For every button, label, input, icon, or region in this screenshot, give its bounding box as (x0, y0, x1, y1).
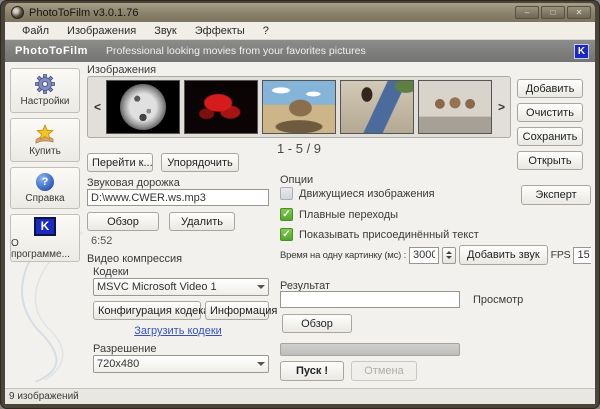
codec-configure-button[interactable]: Конфигурация кодека (93, 301, 201, 320)
dropdown-arrow-icon (257, 285, 265, 293)
dropdown-arrow-icon (257, 362, 265, 370)
result-browse-button[interactable]: Обзор (282, 314, 352, 333)
option-show-attached-text: ✓ Показывать присоединённый текст (280, 228, 479, 241)
next-arrow-button[interactable]: > (495, 80, 508, 134)
minimize-button[interactable]: – (515, 6, 539, 19)
window-controls: – □ ✕ (515, 6, 591, 19)
clear-images-button[interactable]: Очистить (517, 103, 583, 122)
maximize-button[interactable]: □ (541, 6, 565, 19)
sidebar-item-label: Справка (25, 193, 64, 204)
status-text: 9 изображений (9, 391, 79, 402)
menu-item-file[interactable]: Файл (13, 25, 58, 37)
fps-label: FPS (551, 249, 571, 261)
brand-text: PhotoToFilm (15, 45, 88, 57)
resolution-value: 720x480 (97, 358, 139, 370)
menu-item-images[interactable]: Изображения (58, 25, 145, 37)
add-images-button[interactable]: Добавить (517, 79, 583, 98)
checkbox-label: Движущиеся изображения (299, 188, 435, 200)
sidebar-item-label: Настройки (20, 96, 69, 107)
time-spinner[interactable] (442, 247, 456, 264)
images-section-label: Изображения (87, 64, 156, 76)
audio-path-input[interactable] (87, 189, 269, 206)
option-moving-images: Движущиеся изображения (280, 187, 435, 200)
time-per-picture-label: Время на одну картинку (мс) : (280, 250, 406, 261)
sidebar-item-help[interactable]: ? Справка (10, 167, 80, 209)
sidebar-item-label: О программе... (11, 238, 79, 260)
resolution-label: Разрешение (93, 343, 157, 355)
banner: PhotoToFilm Professional looking movies … (5, 40, 595, 62)
open-project-button[interactable]: Открыть (517, 151, 583, 170)
download-codecs-link[interactable]: Загрузить кодеки (87, 325, 269, 337)
title-bar: PhotoToFilm v3.0.1.76 – □ ✕ (5, 3, 595, 22)
progress-bar (280, 343, 460, 356)
help-question-icon: ? (36, 173, 54, 191)
menu-item-effects[interactable]: Эффекты (186, 25, 254, 37)
codec-dropdown[interactable]: MSVC Microsoft Video 1 (93, 278, 269, 296)
resolution-dropdown[interactable]: 720x480 (93, 355, 269, 373)
option-smooth-transitions: ✓ Плавные переходы (280, 208, 398, 221)
thumbnail-1[interactable] (106, 80, 180, 134)
tagline-text: Professional looking movies from your fa… (106, 45, 366, 57)
result-path-input[interactable] (280, 291, 460, 308)
prev-arrow-button[interactable]: < (91, 80, 104, 134)
audio-browse-button[interactable]: Обзор (87, 212, 159, 231)
sidebar-item-buy[interactable]: Купить (10, 118, 80, 162)
window-title: PhotoToFilm v3.0.1.76 (29, 7, 138, 19)
menu-bar: Файл Изображения Звук Эффекты ? (5, 22, 595, 40)
app-icon (11, 6, 24, 19)
time-per-picture-input[interactable] (409, 247, 439, 264)
arrange-button[interactable]: Упорядочить (161, 153, 239, 172)
video-compression-label: Видео компрессия (87, 253, 182, 265)
audio-duration: 6:52 (91, 235, 112, 247)
checkbox-show-attached-text[interactable]: ✓ (280, 228, 293, 241)
fps-input[interactable] (573, 247, 591, 264)
thumbnail-strip: < > (87, 76, 511, 138)
checkbox-label: Показывать присоединённый текст (299, 229, 479, 241)
audio-track-label: Звуковая дорожка (87, 177, 180, 189)
buy-star-hand-icon (34, 124, 56, 144)
codecs-label: Кодеки (93, 266, 129, 278)
thumbnail-4[interactable] (340, 80, 414, 134)
cancel-button[interactable]: Отмена (351, 361, 417, 381)
kc-software-logo-icon: K (574, 44, 589, 59)
app-window: PhotoToFilm v3.0.1.76 – □ ✕ Файл Изображ… (0, 0, 600, 409)
codec-value: MSVC Microsoft Video 1 (97, 281, 217, 293)
preview-label: Просмотр (473, 294, 523, 306)
checkbox-smooth-transitions[interactable]: ✓ (280, 208, 293, 221)
save-project-button[interactable]: Сохранить (517, 127, 583, 146)
sidebar-item-about[interactable]: K О программе... (10, 214, 80, 262)
thumbnail-2[interactable] (184, 80, 258, 134)
sidebar-item-label: Купить (29, 146, 61, 157)
close-button[interactable]: ✕ (567, 6, 591, 19)
timing-row: Время на одну картинку (мс) : Добавить з… (280, 244, 591, 266)
audio-delete-button[interactable]: Удалить (169, 212, 235, 231)
menu-item-help[interactable]: ? (254, 25, 278, 37)
codec-info-button[interactable]: Информация (205, 301, 269, 320)
main-area: Настройки Купить ? Справка K О программе… (5, 62, 595, 388)
gear-icon (35, 74, 55, 94)
about-k-logo-icon: K (34, 217, 56, 236)
thumbnail-5[interactable] (418, 80, 492, 134)
checkbox-moving-images[interactable] (280, 187, 293, 200)
status-bar: 9 изображений (5, 388, 595, 404)
add-sound-button[interactable]: Добавить звук (459, 245, 548, 265)
sidebar-item-settings[interactable]: Настройки (10, 68, 80, 113)
start-button[interactable]: Пуск ! (280, 361, 344, 381)
checkbox-label: Плавные переходы (299, 209, 398, 221)
options-label: Опции (280, 174, 313, 186)
expert-button[interactable]: Эксперт (521, 185, 591, 205)
goto-button[interactable]: Перейти к... (87, 153, 153, 172)
menu-item-sound[interactable]: Звук (145, 25, 186, 37)
thumbnail-3[interactable] (262, 80, 336, 134)
